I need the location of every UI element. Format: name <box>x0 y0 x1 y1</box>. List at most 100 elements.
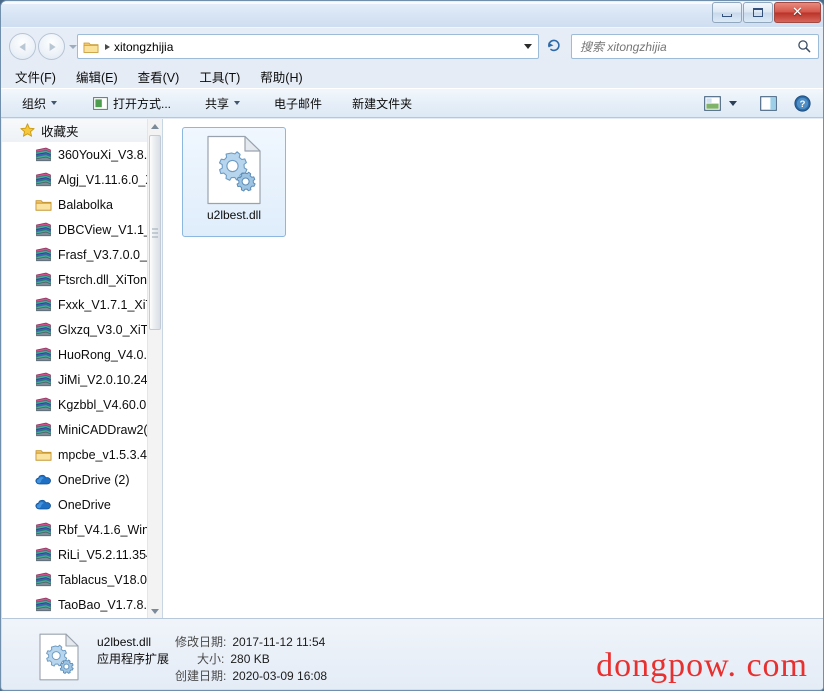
nav-item-14[interactable]: OneDrive <box>2 492 147 517</box>
change-view-dropdown[interactable] <box>725 92 741 114</box>
nav-item-18[interactable]: TaoBao_V1.7.8. <box>2 592 147 617</box>
nav-item-label: Frasf_V3.7.0.0_X <box>58 247 147 262</box>
details-row-created: 创建日期: 2020-03-09 16:08 <box>97 667 477 684</box>
folder-icon <box>35 198 52 212</box>
navigation-scrollbar[interactable] <box>147 119 162 619</box>
new-folder-button[interactable]: 新建文件夹 <box>345 92 419 114</box>
cloud-icon <box>35 473 52 486</box>
nav-item-label: Balabolka <box>58 197 113 212</box>
menu-item-view[interactable]: 查看(V) <box>138 67 180 86</box>
organize-label: 组织 <box>22 96 47 111</box>
navigation-buttons <box>9 33 77 60</box>
close-button[interactable]: ✕ <box>774 2 821 23</box>
help-button[interactable]: ? <box>789 92 815 114</box>
file-item-label: u2lbest.dll <box>206 208 262 222</box>
details-created-label: 创建日期: <box>175 669 227 683</box>
nav-item-13[interactable]: OneDrive (2) <box>2 467 147 492</box>
address-bar[interactable]: xitongzhijia <box>77 34 539 59</box>
scroll-down-button[interactable] <box>148 604 162 619</box>
file-item-u2lbest-dll[interactable]: u2lbest.dll <box>182 127 286 237</box>
maximize-button[interactable] <box>743 2 773 23</box>
view-layout-icon <box>703 95 721 111</box>
scrollbar-grip <box>152 228 158 237</box>
nav-item-2[interactable]: Balabolka <box>2 192 147 217</box>
star-icon <box>20 123 35 138</box>
nav-item-label: OneDrive <box>58 497 111 512</box>
zip-icon <box>35 547 52 562</box>
change-view-button[interactable] <box>699 92 725 114</box>
scroll-up-button[interactable] <box>148 119 162 134</box>
menu-item-tools[interactable]: 工具(T) <box>199 67 240 86</box>
help-icon: ? <box>793 94 811 112</box>
zip-icon <box>35 272 52 287</box>
breadcrumb-current-folder[interactable]: xitongzhijia <box>114 40 173 54</box>
nav-section-favorites[interactable]: 收藏夹 <box>2 119 147 142</box>
title-bar-highlight <box>2 2 823 4</box>
details-row-size: 应用程序扩展 大小: 280 KB <box>97 650 477 667</box>
file-list-view[interactable]: u2lbest.dll <box>163 119 823 619</box>
back-arrow-icon <box>18 42 25 51</box>
nav-item-11[interactable]: MiniCADDraw2( <box>2 417 147 442</box>
chevron-down-icon[interactable] <box>524 44 532 49</box>
zip-icon <box>35 397 52 412</box>
cloud-icon <box>35 498 52 511</box>
nav-item-5[interactable]: Ftsrch.dll_XiTon <box>2 267 147 292</box>
nav-item-12[interactable]: mpcbe_v1.5.3.4 <box>2 442 147 467</box>
nav-item-7[interactable]: Glxzq_V3.0_XiTc <box>2 317 147 342</box>
scrollbar-thumb[interactable] <box>149 135 161 330</box>
details-file-type: 应用程序扩展 <box>97 652 170 666</box>
explorer-window: ✕ xitongzhijia 搜索 xitongzhijia 文件(F) 编辑(… <box>0 0 824 691</box>
zip-icon <box>35 572 52 587</box>
search-input[interactable]: 搜索 xitongzhijia <box>571 34 819 59</box>
nav-item-10[interactable]: Kgzbbl_V4.60.0 <box>2 392 147 417</box>
zip-icon <box>35 422 52 437</box>
nav-item-4[interactable]: Frasf_V3.7.0.0_X <box>2 242 147 267</box>
zip-icon <box>35 247 52 262</box>
email-button[interactable]: 电子邮件 <box>267 92 329 114</box>
nav-item-15[interactable]: Rbf_V4.1.6_Win <box>2 517 147 542</box>
nav-item-16[interactable]: RiLi_V5.2.11.354 <box>2 542 147 567</box>
organize-button[interactable]: 组织 <box>15 92 64 114</box>
svg-text:?: ? <box>799 99 805 110</box>
nav-item-label: JiMi_V2.0.10.24_ <box>58 372 147 387</box>
nav-item-0[interactable]: 360YouXi_V3.8. <box>2 142 147 167</box>
search-icon <box>797 39 811 53</box>
menu-item-file[interactable]: 文件(F) <box>15 67 56 86</box>
preview-pane-icon <box>759 95 777 111</box>
nav-item-3[interactable]: DBCView_V1.1_ <box>2 217 147 242</box>
nav-item-label: OneDrive (2) <box>58 472 130 487</box>
menu-bar: 文件(F) 编辑(E) 查看(V) 工具(T) 帮助(H) <box>1 65 823 87</box>
new-folder-label: 新建文件夹 <box>352 96 413 111</box>
close-icon: ✕ <box>792 4 803 19</box>
back-button[interactable] <box>9 33 36 60</box>
open-with-icon <box>93 96 108 110</box>
menu-item-help[interactable]: 帮助(H) <box>260 67 302 86</box>
zip-icon <box>35 297 52 312</box>
minimize-icon <box>722 14 732 17</box>
nav-item-label: mpcbe_v1.5.3.4 <box>58 447 147 462</box>
menu-item-edit[interactable]: 编辑(E) <box>76 67 118 86</box>
minimize-button[interactable] <box>712 2 742 23</box>
nav-item-label: Tablacus_V18.0 <box>58 572 147 587</box>
nav-item-1[interactable]: Algj_V1.11.6.0_X <box>2 167 147 192</box>
nav-item-6[interactable]: Fxxk_V1.7.1_XiT <box>2 292 147 317</box>
preview-pane-button[interactable] <box>755 92 781 114</box>
recent-pages-dropdown[interactable] <box>69 44 77 49</box>
zip-icon <box>35 172 52 187</box>
zip-icon <box>35 222 52 237</box>
refresh-button[interactable] <box>544 37 564 55</box>
nav-item-8[interactable]: HuoRong_V4.0. <box>2 342 147 367</box>
share-button[interactable]: 共享 <box>198 92 247 114</box>
nav-section-label: 收藏夹 <box>41 125 79 139</box>
open-with-button[interactable]: 打开方式... <box>86 92 178 114</box>
nav-item-label: HuoRong_V4.0. <box>58 347 147 362</box>
watermark: dongpow. com <box>596 647 808 684</box>
maximize-icon <box>753 8 763 17</box>
window-controls: ✕ <box>711 2 821 23</box>
forward-button[interactable] <box>38 33 65 60</box>
nav-item-9[interactable]: JiMi_V2.0.10.24_ <box>2 367 147 392</box>
nav-item-17[interactable]: Tablacus_V18.0 <box>2 567 147 592</box>
nav-item-label: RiLi_V5.2.11.354 <box>58 547 147 562</box>
details-size-value: 280 KB <box>230 652 270 666</box>
navigation-list: 收藏夹 360YouXi_V3.8. Algj_V1.11.6.0_X Bala… <box>2 119 147 619</box>
